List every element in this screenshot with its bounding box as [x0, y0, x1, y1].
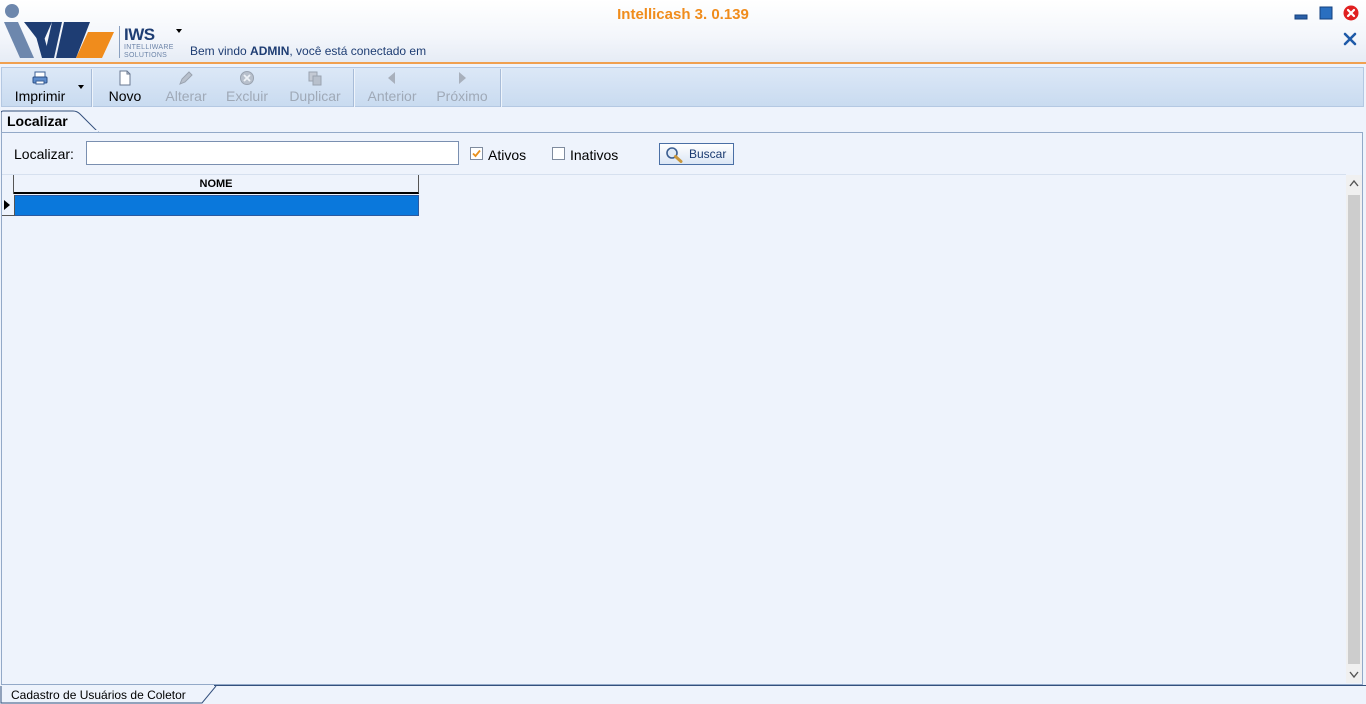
logo-subtitle-2: SOLUTIONS [124, 52, 168, 59]
previous-button[interactable]: Anterior [364, 68, 420, 106]
edit-button[interactable]: Alterar [160, 68, 212, 106]
next-button[interactable]: Próximo [432, 68, 492, 106]
maximize-icon[interactable] [1319, 6, 1333, 20]
print-button[interactable]: Imprimir [4, 68, 76, 106]
grid-corner-cell [2, 175, 14, 194]
logo-menu-dropdown-icon[interactable] [175, 28, 183, 34]
logo-text: IWS [124, 25, 155, 44]
minimize-icon[interactable] [1294, 6, 1308, 20]
logo-subtitle-1: INTELLIWARE [124, 44, 174, 51]
welcome-message: Bem vindo ADMIN, você está conectado em [190, 44, 426, 58]
logo-divider [119, 26, 120, 58]
scroll-down-icon[interactable] [1349, 671, 1359, 679]
scroll-up-icon[interactable] [1349, 179, 1359, 187]
table-row[interactable] [15, 195, 419, 216]
inativos-checkbox[interactable] [552, 147, 565, 160]
arrow-left-icon [388, 72, 395, 84]
welcome-suffix: , você está conectado em [289, 44, 427, 58]
search-button-label: Buscar [689, 147, 727, 161]
toolbar-separator [91, 69, 92, 107]
scrollbar-thumb[interactable] [1348, 195, 1360, 664]
toolbar-separator [353, 69, 354, 107]
delete-icon [240, 71, 254, 85]
duplicate-label: Duplicar [289, 88, 341, 104]
form-tab-label: Cadastro de Usuários de Coletor [11, 688, 186, 702]
bottom-divider [214, 685, 1366, 686]
header-divider [0, 62, 1366, 64]
delete-label: Excluir [225, 88, 268, 104]
pencil-icon [179, 71, 193, 85]
search-button[interactable]: Buscar [659, 143, 734, 165]
inativos-label[interactable]: Inativos [570, 147, 618, 163]
search-label: Localizar: [14, 146, 74, 162]
printer-icon [32, 71, 48, 85]
edit-label: Alterar [165, 88, 207, 104]
close-window-icon[interactable] [1343, 5, 1359, 21]
previous-label: Anterior [367, 88, 417, 104]
close-form-icon[interactable] [1343, 32, 1357, 46]
app-title: Intellicash 3. 0.139 [617, 6, 749, 23]
magnifier-icon [666, 147, 683, 163]
welcome-user: ADMIN [250, 44, 290, 58]
vertical-scrollbar[interactable] [1346, 175, 1362, 683]
tab-localizar-label[interactable]: Localizar [7, 113, 68, 129]
current-row-icon [4, 200, 10, 210]
title-bar: IWS INTELLIWARE SOLUTIONS Bem vindo ADMI… [0, 0, 1366, 62]
duplicate-icon [308, 71, 322, 86]
toolbar: Imprimir Novo Alterar Excluir Duplicar A… [1, 67, 1364, 107]
arrow-right-icon [459, 72, 466, 84]
welcome-prefix: Bem vindo [190, 44, 251, 58]
toolbar-separator [500, 69, 501, 107]
print-label: Imprimir [14, 88, 66, 104]
duplicate-button[interactable]: Duplicar [284, 68, 346, 106]
ativos-checkbox[interactable] [470, 147, 483, 160]
delete-button[interactable]: Excluir [222, 68, 272, 106]
column-header-nome[interactable]: NOME [14, 175, 419, 194]
new-button[interactable]: Novo [102, 68, 148, 106]
print-dropdown-icon[interactable] [78, 85, 84, 89]
new-document-icon [119, 70, 131, 86]
results-grid [2, 174, 1346, 683]
search-input[interactable] [86, 141, 459, 165]
new-label: Novo [108, 88, 142, 104]
ativos-label[interactable]: Ativos [488, 147, 526, 163]
next-label: Próximo [436, 88, 488, 104]
